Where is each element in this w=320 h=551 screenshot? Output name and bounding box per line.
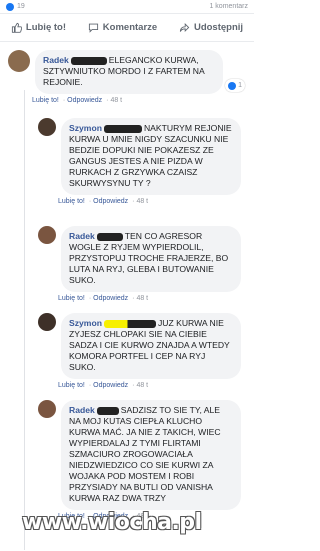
comment-bubble: Radek TEN CO AGRESOR WOGLE Z RYJEM WYPIER… xyxy=(61,226,241,292)
redaction-scribble xyxy=(70,56,107,65)
comment-like-link[interactable]: Lubię to! xyxy=(58,295,85,302)
comment-author[interactable]: Szymon xyxy=(69,123,102,133)
comment-author[interactable]: Radek xyxy=(43,55,69,65)
comment-time[interactable]: 48 t xyxy=(136,198,148,205)
comment-reply-link[interactable]: Odpowiedz xyxy=(93,382,128,389)
avatar[interactable] xyxy=(38,400,56,418)
comment-text: SADZISZ TO SIE TY, ALE NA MOJ KUTAS CIEP… xyxy=(69,405,221,503)
redaction-scribble xyxy=(103,319,156,328)
comment-bubble: Radek ELEGANCKO KURWA, SZTYWNIUTKO MORDO … xyxy=(35,50,245,94)
comment-time[interactable]: 48 t xyxy=(136,295,148,302)
redaction-scribble xyxy=(96,406,119,415)
comment-label: Komentarze xyxy=(102,22,158,33)
redaction-scribble xyxy=(96,232,123,241)
avatar[interactable] xyxy=(8,50,30,72)
like-label: Lubię to! xyxy=(25,22,66,33)
comment-count[interactable]: 1 komentarz xyxy=(209,3,248,10)
share-icon xyxy=(179,22,190,33)
comment-author[interactable]: Radek xyxy=(69,231,95,241)
thumbs-up-icon xyxy=(11,22,22,33)
avatar[interactable] xyxy=(38,226,56,244)
comment-reply-link[interactable]: Odpowiedz xyxy=(93,295,128,302)
comment-bubble: Szymon NAKTURYM REJONIE KURWA U MNIE NIGD… xyxy=(61,118,241,195)
comment-button[interactable]: Komentarze xyxy=(88,22,157,33)
reaction-count: 19 xyxy=(17,3,25,10)
comment-time[interactable]: 48 t xyxy=(110,97,122,104)
reply-thread-line xyxy=(24,90,25,550)
comment-likes[interactable]: 1 xyxy=(225,79,245,92)
comment-author[interactable]: Radek xyxy=(69,405,95,415)
reactions-summary[interactable]: 19 xyxy=(6,2,25,11)
comment-like-link[interactable]: Lubię to! xyxy=(58,382,85,389)
comment-bubble: Radek SADZISZ TO SIE TY, ALE NA MOJ KUTAS… xyxy=(61,400,241,510)
like-button[interactable]: Lubię to! xyxy=(11,22,66,33)
comment-reply-link[interactable]: Odpowiedz xyxy=(93,198,128,205)
reply: Radek TEN CO AGRESOR WOGLE Z RYJEM WYPIER… xyxy=(38,226,244,302)
share-label: Udostępnij xyxy=(193,22,244,33)
share-button[interactable]: Udostępnij xyxy=(179,22,243,33)
reply: Szymon NAKTURYM REJONIE KURWA U MNIE NIGD… xyxy=(38,118,244,205)
reply: Radek SADZISZ TO SIE TY, ALE NA MOJ KUTAS… xyxy=(38,400,244,520)
comment-meta: Lubię to! · Odpowiedz · 48 t xyxy=(58,382,149,389)
comment-author[interactable]: Szymon xyxy=(69,318,102,328)
comment-icon xyxy=(88,23,98,33)
comment-like-link[interactable]: Lubię to! xyxy=(32,97,59,104)
comment-time[interactable]: 48 t xyxy=(136,382,148,389)
redaction-scribble xyxy=(103,124,142,133)
post-action-bar: Lubię to! Komentarze Udostępnij xyxy=(0,14,254,42)
site-watermark: www.wiocha.pl xyxy=(22,510,202,535)
comment-bubble: Szymon JUZ KURWA NIE ZYJESZ CHLOPAKI SIE … xyxy=(61,313,241,379)
comment-meta: Lubię to! · Odpowiedz · 48 t xyxy=(32,97,123,104)
reply: Szymon JUZ KURWA NIE ZYJESZ CHLOPAKI SIE … xyxy=(38,313,244,389)
like-badge-count: 1 xyxy=(238,82,242,89)
comment-meta: Lubię to! · Odpowiedz · 48 t xyxy=(58,295,149,302)
comment-like-link[interactable]: Lubię to! xyxy=(58,198,85,205)
avatar[interactable] xyxy=(38,313,56,331)
comment: Radek ELEGANCKO KURWA, SZTYWNIUTKO MORDO … xyxy=(8,50,245,104)
comment-reply-link[interactable]: Odpowiedz xyxy=(67,97,102,104)
like-badge-icon xyxy=(228,81,237,90)
reactions-bar: 19 1 komentarz xyxy=(0,0,254,14)
like-reaction-icon xyxy=(6,2,14,11)
avatar[interactable] xyxy=(38,118,56,136)
comment-meta: Lubię to! · Odpowiedz · 48 t xyxy=(58,198,149,205)
